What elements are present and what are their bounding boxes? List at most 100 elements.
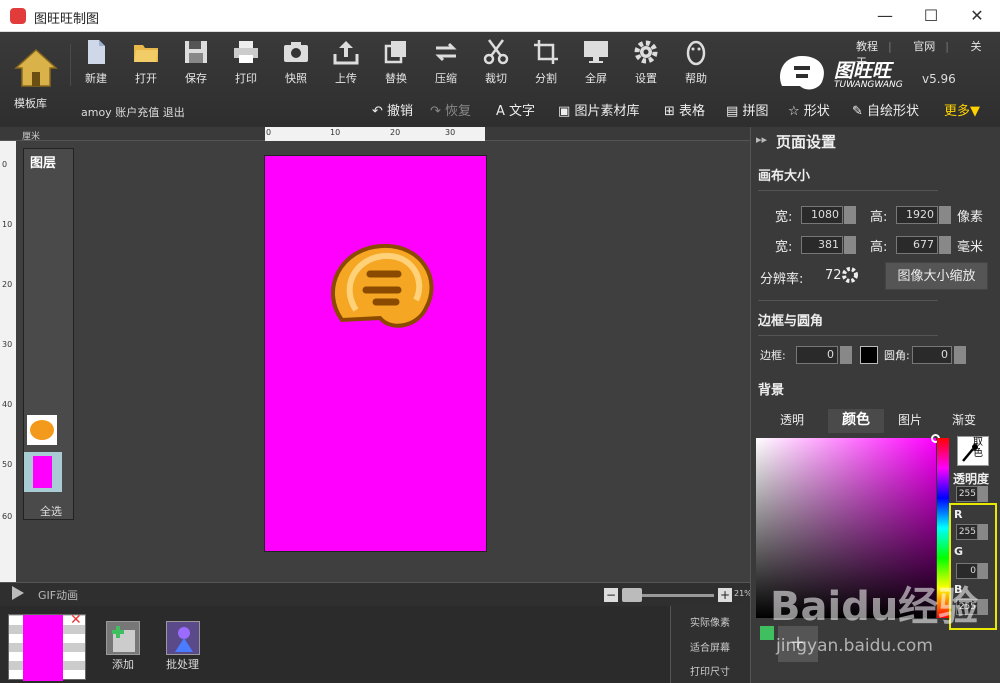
canvas-size-title: 画布大小 (758, 169, 811, 184)
table-button[interactable]: ⊞ 表格 (664, 100, 705, 119)
width-mm-label: 宽: (775, 240, 793, 255)
undo-label: 撤销 (387, 104, 414, 119)
add-frame-button[interactable] (106, 621, 140, 655)
dpi-settings-button[interactable] (841, 266, 859, 284)
compress-icon (435, 42, 457, 62)
opacity-input[interactable]: 255 (956, 486, 978, 502)
play-icon[interactable] (12, 586, 24, 600)
version-label: v5.96 (922, 72, 956, 86)
template-library-button[interactable] (14, 46, 58, 90)
shape-button[interactable]: ☆ 形状 (788, 100, 830, 119)
radius-stepper[interactable] (954, 346, 966, 364)
collapse-arrow-icon[interactable]: ▸▸ (756, 133, 767, 146)
border-input[interactable]: 0 (796, 346, 838, 364)
zoom-out-button[interactable]: − (604, 588, 618, 602)
batch-process-button[interactable] (166, 621, 200, 655)
select-all-button[interactable]: 全选 (40, 503, 62, 519)
redo-button[interactable]: ↷ 恢复 (430, 100, 471, 119)
maximize-button[interactable]: ☐ (908, 0, 954, 32)
tab-image[interactable]: 图片 (886, 409, 934, 433)
brand-subtitle: TUWANGWANG (834, 80, 903, 90)
radius-input[interactable]: 0 (912, 346, 952, 364)
ruler-tick-label: 20 (2, 280, 13, 289)
delete-frame-icon[interactable]: ✕ (70, 612, 82, 628)
layer-logo-thumbnail[interactable] (27, 415, 57, 445)
template-library-label: 模板库 (14, 97, 47, 110)
fit-screen-button[interactable]: 适合屏幕 (690, 639, 730, 654)
page-settings-header: 页面设置 (776, 133, 837, 151)
print-size-button[interactable]: 打印尺寸 (690, 663, 730, 678)
open-button[interactable]: 打开 (124, 38, 168, 86)
text-button[interactable]: A 文字 (496, 100, 535, 119)
width-px-input[interactable]: 1080 (801, 206, 843, 224)
canvas-page[interactable] (264, 155, 487, 552)
border-color-swatch[interactable] (860, 346, 878, 364)
g-stepper[interactable] (978, 563, 988, 579)
shape-label: 形状 (803, 104, 830, 119)
zoom-in-button[interactable]: + (718, 588, 732, 602)
close-button[interactable]: ✕ (954, 0, 1000, 32)
zoom-slider-handle[interactable] (622, 588, 642, 602)
batch-process-label: 批处理 (166, 658, 199, 671)
height-px-input[interactable]: 1920 (896, 206, 938, 224)
app-logo-icon (10, 8, 26, 24)
print-button[interactable]: 打印 (224, 38, 268, 86)
snapshot-button[interactable]: 快照 (274, 38, 318, 86)
image-library-button[interactable]: ▣ 图片素材库 (558, 100, 639, 119)
settings-button[interactable]: 设置 (624, 38, 668, 86)
ruler-tick-label: 10 (330, 128, 341, 137)
canvas-logo-image[interactable] (326, 240, 436, 336)
ruler-tick-label: 30 (445, 128, 456, 137)
collage-label: 拼图 (742, 104, 769, 119)
add-frame-icon (112, 626, 135, 652)
baidu-watermark: Baidu经验 (770, 584, 979, 630)
cut-button[interactable]: 裁切 (474, 38, 518, 86)
tab-transparent[interactable]: 透明 (758, 409, 826, 433)
new-label: 新建 (85, 72, 107, 85)
height-px-stepper[interactable] (939, 206, 951, 224)
freehand-shape-button[interactable]: ✎ 自绘形状 (852, 100, 919, 119)
house-icon (14, 48, 58, 87)
upload-button[interactable]: 上传 (324, 38, 368, 86)
tab-color[interactable]: 颜色 (828, 409, 884, 433)
save-button[interactable]: 保存 (174, 38, 218, 86)
collage-icon: ▤ (726, 104, 739, 119)
collage-button[interactable]: ▤ 拼图 (726, 100, 768, 119)
redo-label: 恢复 (445, 104, 472, 119)
width-mm-stepper[interactable] (844, 236, 856, 254)
opacity-stepper[interactable] (978, 486, 988, 502)
ruler-tick-label: 30 (2, 340, 13, 349)
undo-button[interactable]: ↶ 撤销 (372, 100, 413, 119)
pen-icon: ✎ (852, 104, 863, 119)
help-button[interactable]: 帮助 (674, 38, 718, 86)
width-px-label: 宽: (775, 210, 793, 225)
dpi-label: 分辨率: (760, 272, 804, 287)
width-px-stepper[interactable] (844, 206, 856, 224)
replace-label: 替换 (385, 72, 407, 85)
ruler-tick-label: 50 (2, 460, 13, 469)
fullscreen-button[interactable]: 全屏 (574, 38, 618, 86)
r-stepper[interactable] (978, 524, 988, 540)
replace-button[interactable]: 替换 (374, 38, 418, 86)
dpi-value: 72 (825, 268, 842, 283)
height-mm-input[interactable]: 677 (896, 236, 938, 254)
minimize-button[interactable]: — (862, 0, 908, 32)
more-button[interactable]: 更多▼ (944, 100, 980, 119)
brand-logo-graphic-icon (331, 243, 434, 328)
image-icon: ▣ (558, 104, 571, 119)
b-stepper[interactable] (978, 599, 988, 615)
layer-background-thumbnail[interactable] (24, 452, 62, 492)
tab-gradient[interactable]: 渐变 (940, 409, 988, 433)
new-button[interactable]: 新建 (74, 38, 118, 86)
compress-button[interactable]: 压缩 (424, 38, 468, 86)
width-mm-input[interactable]: 381 (801, 236, 843, 254)
r-input[interactable]: 255 (956, 524, 978, 540)
actual-pixels-button[interactable]: 实际像素 (690, 614, 730, 629)
image-resize-button[interactable]: 图像大小缩放 (885, 262, 988, 290)
split-button[interactable]: 分割 (524, 38, 568, 86)
account-links[interactable]: amoy 账户充值 退出 (81, 104, 185, 120)
border-stepper[interactable] (840, 346, 852, 364)
table-icon: ⊞ (664, 104, 675, 119)
height-mm-stepper[interactable] (939, 236, 951, 254)
settings-label: 设置 (635, 72, 657, 85)
